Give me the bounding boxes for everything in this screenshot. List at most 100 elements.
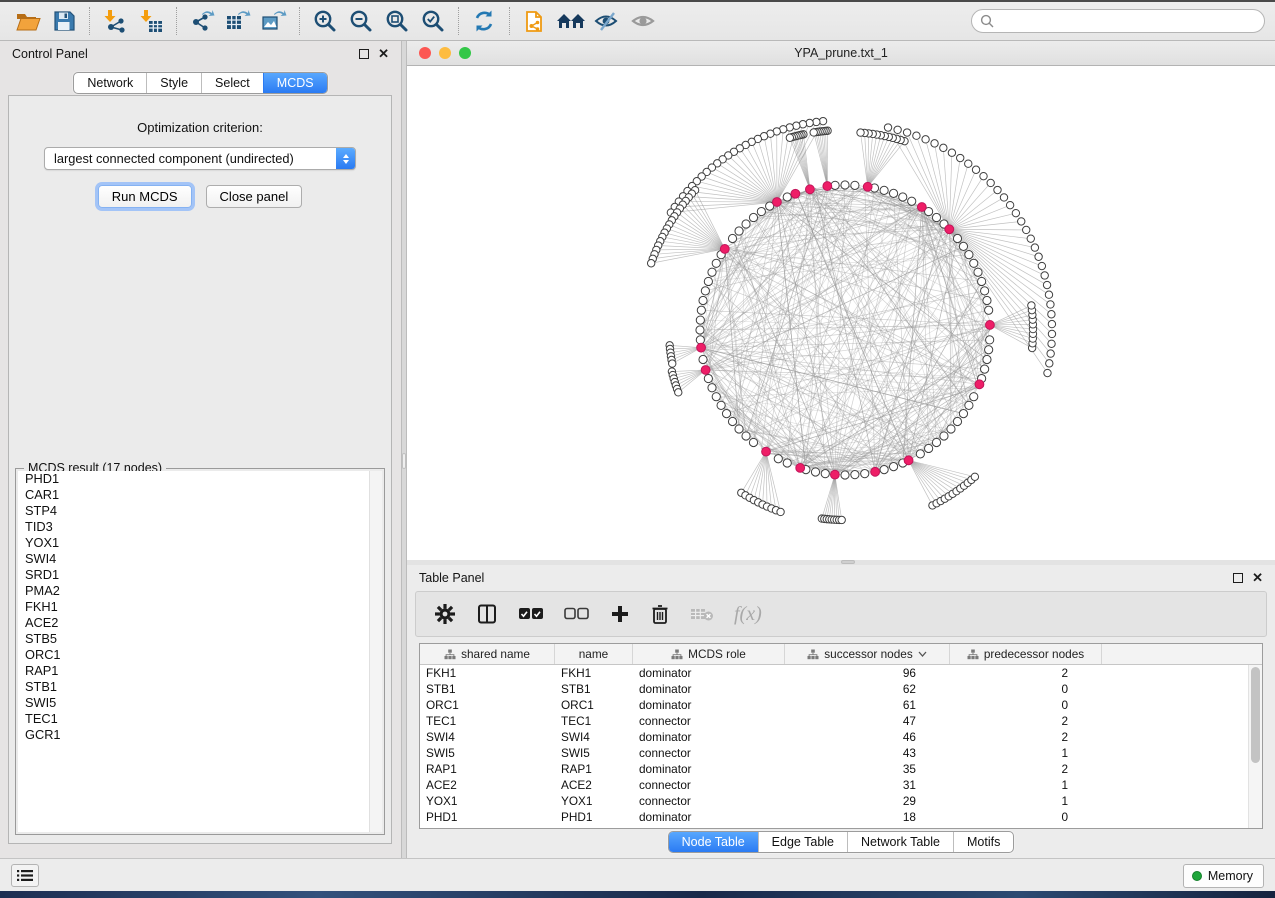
tab-mcds[interactable]: MCDS — [263, 73, 327, 93]
tab-network-table[interactable]: Network Table — [847, 832, 953, 852]
float-panel-icon[interactable] — [1233, 573, 1243, 583]
network-node[interactable] — [783, 459, 791, 467]
mcds-result-item[interactable]: FKH1 — [18, 599, 382, 615]
network-node[interactable] — [965, 251, 973, 259]
open-file-button[interactable] — [10, 6, 46, 36]
mcds-node[interactable] — [720, 245, 729, 254]
network-node[interactable] — [838, 516, 845, 523]
network-node[interactable] — [965, 160, 972, 167]
refresh-network-button[interactable] — [466, 6, 502, 36]
tab-network[interactable]: Network — [74, 73, 146, 93]
table-row[interactable]: TEC1TEC1connector472 — [420, 713, 1248, 729]
network-node[interactable] — [777, 508, 784, 515]
splitter-handle[interactable] — [402, 453, 406, 469]
network-node[interactable] — [932, 438, 940, 446]
network-node[interactable] — [994, 186, 1001, 193]
table-scrollbar[interactable] — [1248, 665, 1262, 828]
select-all-button[interactable] — [518, 599, 544, 629]
network-node[interactable] — [717, 401, 725, 409]
column-header-name[interactable]: name — [555, 644, 633, 664]
network-node[interactable] — [819, 117, 826, 124]
network-node[interactable] — [913, 132, 920, 139]
network-node[interactable] — [699, 296, 707, 304]
import-network-button[interactable] — [97, 6, 133, 36]
network-node[interactable] — [1038, 262, 1045, 269]
deselect-all-button[interactable] — [564, 599, 590, 629]
network-node[interactable] — [1048, 320, 1055, 327]
table-row[interactable]: SWI4SWI4dominator462 — [420, 729, 1248, 745]
network-node[interactable] — [728, 234, 736, 242]
network-node[interactable] — [1018, 218, 1025, 225]
network-node[interactable] — [774, 455, 782, 463]
mcds-node[interactable] — [806, 185, 815, 194]
network-node[interactable] — [712, 259, 720, 267]
mcds-result-item[interactable]: ORC1 — [18, 647, 382, 663]
network-node[interactable] — [701, 287, 709, 295]
mcds-node[interactable] — [823, 182, 832, 191]
network-node[interactable] — [1044, 369, 1051, 376]
mcds-node[interactable] — [773, 198, 782, 207]
export-network-button[interactable] — [184, 6, 220, 36]
network-node[interactable] — [965, 401, 973, 409]
network-node[interactable] — [749, 438, 757, 446]
network-node[interactable] — [983, 296, 991, 304]
mcds-node[interactable] — [791, 189, 800, 198]
network-node[interactable] — [1031, 244, 1038, 251]
mcds-result-item[interactable]: CAR1 — [18, 487, 382, 503]
network-node[interactable] — [708, 268, 716, 276]
network-node[interactable] — [841, 471, 849, 479]
mcds-node[interactable] — [945, 225, 954, 234]
network-node[interactable] — [916, 450, 924, 458]
network-node[interactable] — [735, 227, 743, 235]
mcds-node[interactable] — [863, 182, 872, 191]
network-node[interactable] — [922, 136, 929, 143]
network-node[interactable] — [728, 417, 736, 425]
import-table-button[interactable] — [133, 6, 169, 36]
network-node[interactable] — [957, 154, 964, 161]
table-row[interactable]: ORC1ORC1dominator610 — [420, 697, 1248, 713]
network-node[interactable] — [932, 213, 940, 221]
column-header-MCDS-role[interactable]: MCDS role — [633, 644, 785, 664]
network-node[interactable] — [972, 166, 979, 173]
mcds-node[interactable] — [796, 464, 805, 473]
task-history-button[interactable] — [11, 864, 39, 887]
network-node[interactable] — [947, 425, 955, 433]
table-row[interactable]: PHD1PHD1dominator180 — [420, 809, 1248, 825]
minimize-window-icon[interactable] — [439, 47, 451, 59]
mcds-result-item[interactable]: TEC1 — [18, 711, 382, 727]
mcds-result-item[interactable]: STB5 — [18, 631, 382, 647]
network-node[interactable] — [696, 336, 704, 344]
zoom-in-button[interactable] — [307, 6, 343, 36]
network-node[interactable] — [735, 425, 743, 433]
optimization-criterion-dropdown[interactable]: largest connected component (undirected) — [44, 147, 356, 170]
hide-selected-button[interactable] — [589, 6, 625, 36]
export-image-button[interactable] — [256, 6, 292, 36]
network-node[interactable] — [986, 336, 994, 344]
network-node[interactable] — [786, 134, 793, 141]
network-node[interactable] — [841, 181, 849, 189]
column-layout-button[interactable] — [476, 599, 498, 629]
network-node[interactable] — [1045, 291, 1052, 298]
function-builder-button[interactable]: f(x) — [734, 599, 762, 629]
show-hidden-button[interactable] — [625, 6, 661, 36]
zoom-out-button[interactable] — [343, 6, 379, 36]
mcds-node[interactable] — [975, 380, 984, 389]
network-node[interactable] — [948, 149, 955, 156]
network-node[interactable] — [940, 144, 947, 151]
column-header-successor-nodes[interactable]: successor nodes — [785, 644, 950, 664]
close-window-icon[interactable] — [419, 47, 431, 59]
mcds-node[interactable] — [871, 467, 880, 476]
network-node[interactable] — [1035, 253, 1042, 260]
network-node[interactable] — [925, 444, 933, 452]
network-node[interactable] — [813, 118, 820, 125]
share-document-button[interactable] — [517, 6, 553, 36]
network-graph[interactable] — [407, 66, 1275, 560]
mcds-result-item[interactable]: SWI5 — [18, 695, 382, 711]
close-panel-icon[interactable]: ✕ — [378, 49, 389, 59]
network-node[interactable] — [980, 172, 987, 179]
network-node[interactable] — [821, 470, 829, 478]
search-input[interactable] — [999, 14, 1256, 28]
network-node[interactable] — [970, 259, 978, 267]
network-node[interactable] — [757, 207, 765, 215]
network-node[interactable] — [953, 234, 961, 242]
